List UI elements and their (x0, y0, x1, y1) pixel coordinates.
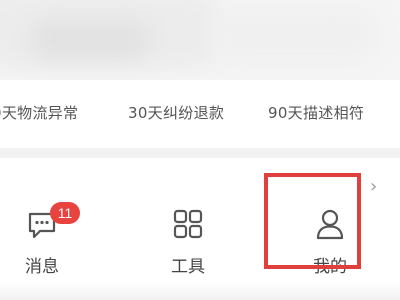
blurred-area (30, 20, 150, 60)
stat-dispute-refund: 30天纠纷退款 (128, 104, 225, 122)
shop-stats-strip: 0天物流异常 30天纠纷退款 90天描述相符 (0, 80, 400, 148)
unread-badge: 11 (50, 202, 80, 224)
tab-tools-label: 工具 (171, 257, 205, 277)
grid-icon (173, 209, 203, 239)
tab-messages-label: 消息 (25, 257, 59, 277)
tab-tools[interactable]: 工具 (148, 198, 228, 278)
tab-mine-highlight (264, 173, 361, 269)
chevron-right-icon[interactable]: › (370, 176, 377, 197)
stat-logistics-abnormal: 0天物流异常 (0, 104, 79, 122)
tab-messages[interactable]: 11 消息 (2, 198, 82, 278)
blurred-area (210, 5, 380, 65)
bottom-edge (0, 282, 400, 300)
blurred-header (0, 0, 400, 80)
stat-description-match: 90天描述相符 (268, 104, 365, 122)
section-divider (0, 148, 400, 158)
